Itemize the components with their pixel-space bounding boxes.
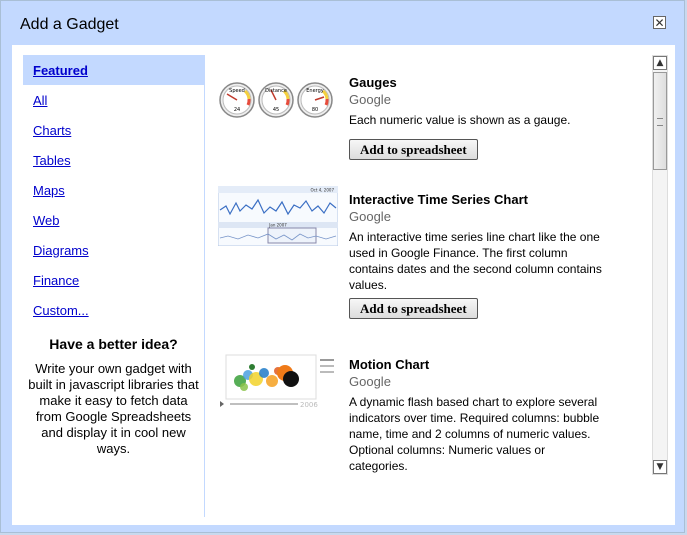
- gadget-name: Motion Chart: [349, 357, 430, 372]
- svg-text:Distance: Distance: [265, 88, 287, 94]
- scroll-up-icon[interactable]: ▲: [653, 56, 667, 70]
- svg-text:2006: 2006: [300, 401, 318, 409]
- gauge-distance-icon: Distance 45: [258, 82, 294, 118]
- svg-text:80: 80: [312, 107, 318, 113]
- sidebar-item-all[interactable]: All: [33, 93, 47, 108]
- dialog-body: Featured All Charts Tables Maps Web Diag…: [12, 45, 675, 525]
- time-series-thumbnail: Oct 4, 2007 Jan 2007: [217, 185, 339, 247]
- grip-icon: [657, 118, 663, 126]
- gadget-description: A dynamic flash based chart to explore s…: [349, 395, 600, 473]
- dialog-title: Add a Gadget: [20, 16, 119, 33]
- gadget-description: Each numeric value is shown as a gauge.: [349, 113, 571, 127]
- svg-text:Speed: Speed: [229, 88, 245, 94]
- gadget-list: Speed 24 Distance 45 Energy 80 Gauges Go…: [212, 55, 652, 517]
- sidebar-item-diagrams[interactable]: Diagrams: [33, 243, 89, 258]
- gadget-item-gauges: Speed 24 Distance 45 Energy 80 Gauges Go…: [212, 55, 652, 171]
- sidebar-item-finance[interactable]: Finance: [33, 273, 79, 288]
- svg-text:24: 24: [234, 107, 240, 113]
- svg-text:Oct 4, 2007: Oct 4, 2007: [311, 188, 335, 193]
- gadget-author: Google: [349, 92, 391, 107]
- gadget-list-scrollbar[interactable]: ▲ ▼: [652, 55, 668, 475]
- gauge-speed-icon: Speed 24: [219, 82, 255, 118]
- motion-chart-thumbnail: 2006: [218, 351, 338, 411]
- better-idea-text: Write your own gadget with built in java…: [28, 361, 199, 456]
- sidebar-item-custom[interactable]: Custom...: [33, 303, 89, 318]
- gadget-item-time-series: Oct 4, 2007 Jan 2007 Interactive Time Se…: [212, 172, 652, 337]
- add-to-spreadsheet-button-time-series[interactable]: Add to spreadsheet: [349, 298, 478, 319]
- gadget-item-motion-chart: 2006 Motion Chart Google A dynamic flash…: [212, 337, 652, 517]
- scroll-down-icon[interactable]: ▼: [653, 460, 667, 474]
- sidebar-item-web[interactable]: Web: [33, 213, 60, 228]
- gadget-name: Gauges: [349, 75, 397, 90]
- sidebar-item-featured[interactable]: Featured: [33, 63, 88, 78]
- svg-text:Energy: Energy: [306, 88, 324, 94]
- category-sidebar: Featured All Charts Tables Maps Web Diag…: [23, 55, 205, 517]
- gadget-author: Google: [349, 209, 391, 224]
- sidebar-item-charts[interactable]: Charts: [33, 123, 71, 138]
- better-idea-heading: Have a better idea?: [49, 336, 178, 352]
- gadget-author: Google: [349, 374, 391, 389]
- add-gadget-dialog: Add a Gadget ✕ Featured All Charts Table…: [0, 0, 685, 533]
- scrollbar-thumb[interactable]: [653, 72, 667, 170]
- sidebar-item-tables[interactable]: Tables: [33, 153, 71, 168]
- gadget-name: Interactive Time Series Chart: [349, 192, 528, 207]
- gauges-thumbnail: Speed 24 Distance 45 Energy 80: [218, 65, 338, 123]
- sidebar-item-maps[interactable]: Maps: [33, 183, 65, 198]
- add-to-spreadsheet-button-gauges[interactable]: Add to spreadsheet: [349, 139, 478, 160]
- svg-text:Jan 2007: Jan 2007: [268, 223, 287, 228]
- dialog-titlebar: Add a Gadget ✕: [1, 1, 684, 45]
- svg-text:45: 45: [273, 107, 279, 113]
- gauge-energy-icon: Energy 80: [297, 82, 333, 118]
- gadget-description: An interactive time series line chart li…: [349, 230, 602, 292]
- close-icon[interactable]: ✕: [653, 16, 666, 29]
